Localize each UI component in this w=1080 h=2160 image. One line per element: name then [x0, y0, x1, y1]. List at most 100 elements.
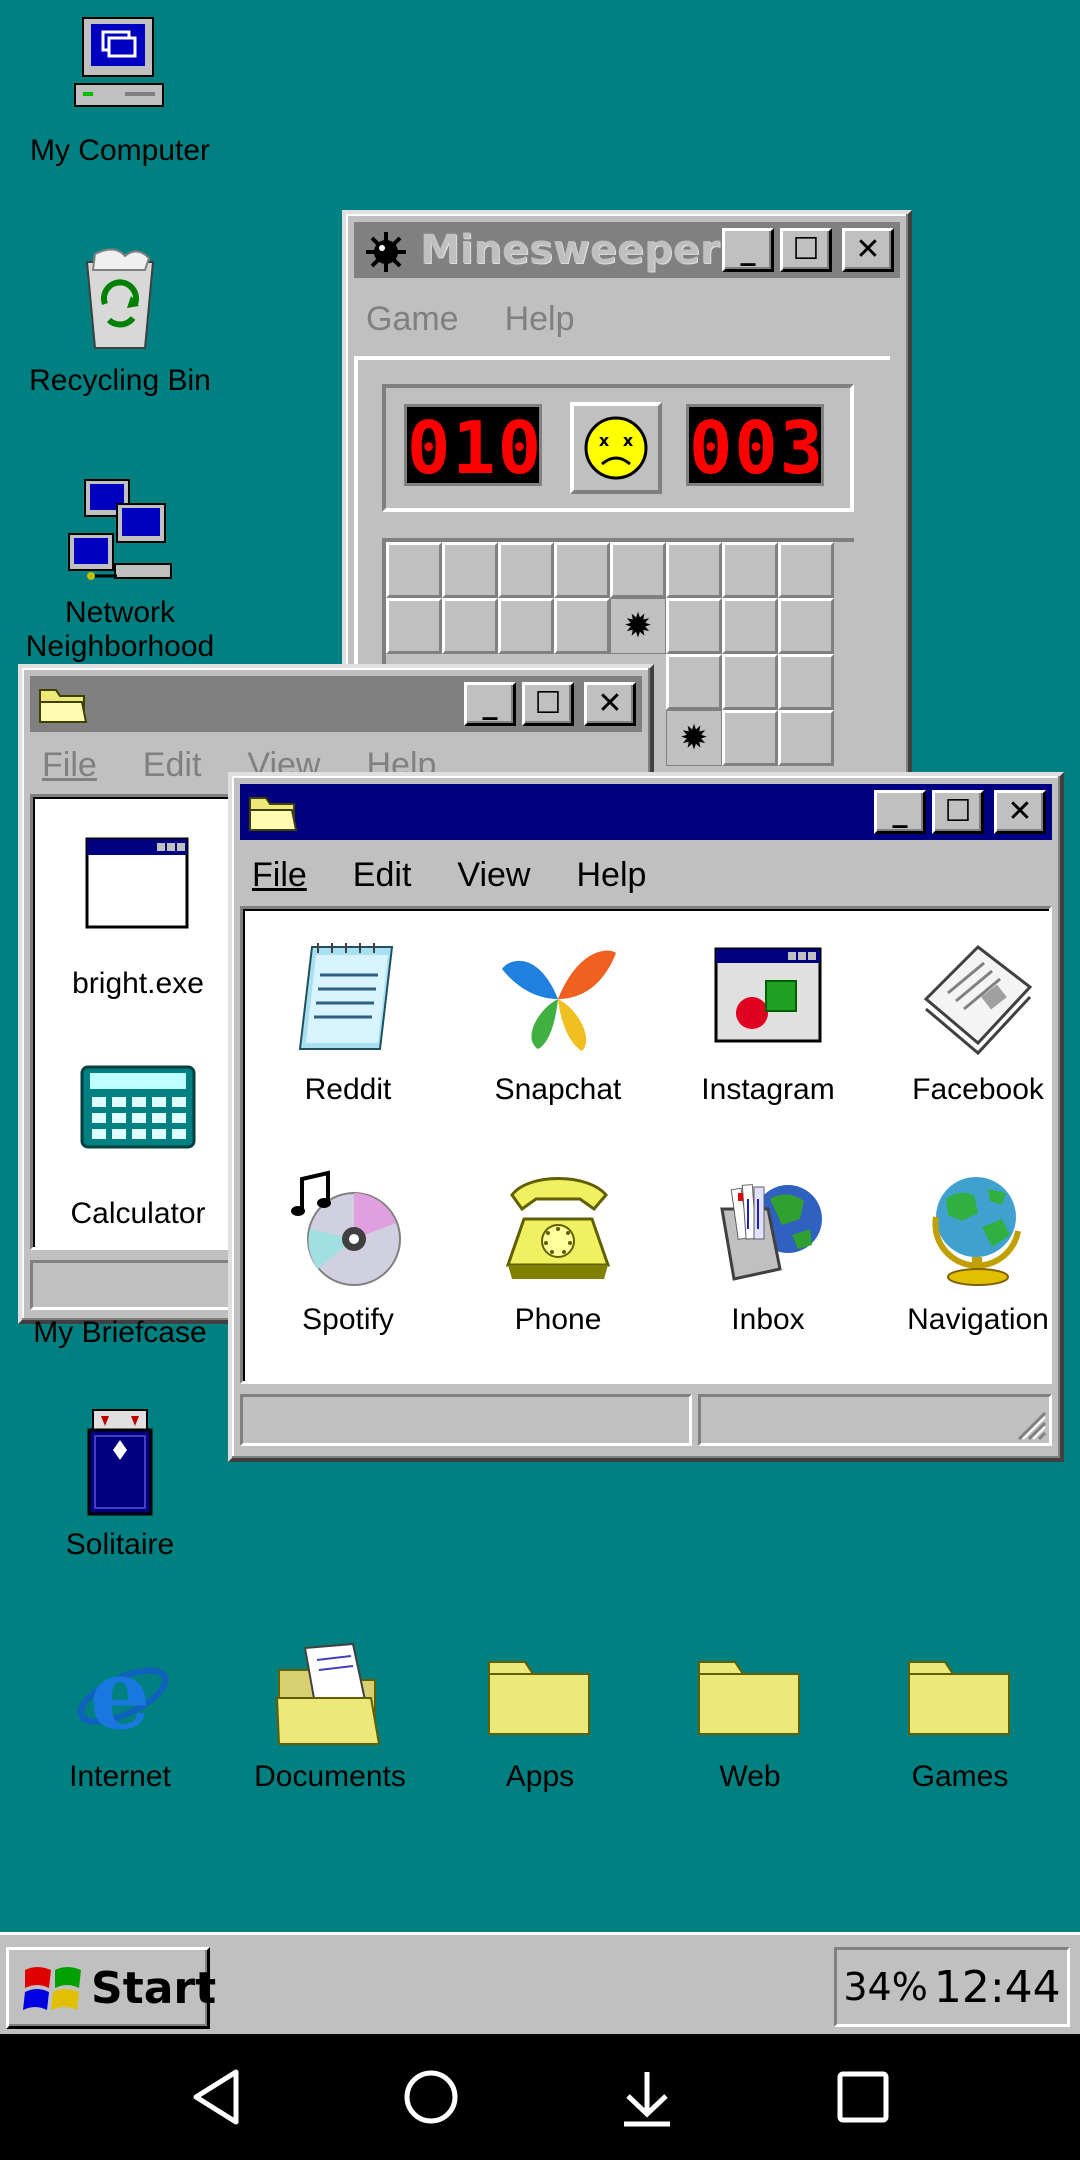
- grid-cell[interactable]: [778, 542, 834, 598]
- app-reddit[interactable]: Reddit: [243, 939, 453, 1107]
- app-label: Reddit: [304, 1073, 392, 1106]
- grid-cell[interactable]: [386, 542, 442, 598]
- grid-cell[interactable]: [722, 542, 778, 598]
- desktop-icon-games[interactable]: Games: [855, 1640, 1065, 1794]
- close-button[interactable]: ✕: [584, 682, 636, 726]
- back-icon[interactable]: [184, 2064, 250, 2130]
- desktop-icon-solitaire[interactable]: Solitaire: [15, 1408, 225, 1562]
- svg-text:x: x: [623, 431, 634, 450]
- butterfly-icon: [498, 939, 618, 1059]
- notepad-icon: [288, 939, 408, 1059]
- menu-game[interactable]: Game: [360, 294, 465, 344]
- explorer-front-status-left: [240, 1394, 692, 1446]
- download-arrow-icon[interactable]: [614, 2064, 680, 2130]
- app-navigation[interactable]: Navigation: [873, 1169, 1080, 1337]
- app-label: Navigation: [907, 1303, 1049, 1336]
- maximize-button[interactable]: ☐: [780, 228, 832, 272]
- shapes-window-icon: [708, 939, 828, 1059]
- minimize-icon: _: [892, 794, 908, 829]
- menu-file[interactable]: File: [246, 850, 313, 900]
- desktop-icon-apps[interactable]: Apps: [435, 1640, 645, 1794]
- menu-edit[interactable]: Edit: [137, 740, 208, 790]
- grid-cell[interactable]: [666, 598, 722, 654]
- close-button[interactable]: ✕: [842, 228, 894, 272]
- cd-music-icon: [288, 1169, 408, 1289]
- grid-cell-mine[interactable]: ✹: [666, 710, 722, 766]
- menu-file[interactable]: File: [36, 740, 103, 790]
- clock[interactable]: 12:44: [934, 1962, 1061, 2013]
- explorer-window-front[interactable]: _ ☐ ✕ File Edit View Help Reddit Snapcha…: [228, 772, 1064, 1462]
- desktop-icon-recycling-bin[interactable]: Recycling Bin: [15, 244, 225, 398]
- app-label: Inbox: [731, 1303, 805, 1336]
- svg-text:e: e: [89, 1640, 150, 1750]
- grid-cell[interactable]: [442, 598, 498, 654]
- file-item-bright-exe[interactable]: bright.exe: [33, 833, 243, 1001]
- maximize-icon: ☐: [534, 686, 562, 721]
- explorer-back-titlebar[interactable]: _ ☐ ✕: [30, 676, 642, 732]
- window-title: Minesweeper: [420, 227, 720, 273]
- app-inbox[interactable]: Inbox: [663, 1169, 873, 1337]
- grid-cell[interactable]: [442, 542, 498, 598]
- minimize-button[interactable]: _: [874, 790, 926, 834]
- maximize-button[interactable]: ☐: [932, 790, 984, 834]
- grid-cell[interactable]: [722, 654, 778, 710]
- menu-help[interactable]: Help: [570, 850, 652, 900]
- grid-cell[interactable]: [666, 654, 722, 710]
- grid-cell[interactable]: [498, 542, 554, 598]
- grid-cell[interactable]: [778, 654, 834, 710]
- grid-cell[interactable]: [666, 542, 722, 598]
- close-button[interactable]: ✕: [994, 790, 1046, 834]
- desktop-icon-my-computer[interactable]: My Computer: [15, 14, 225, 168]
- desktop-icon-internet[interactable]: e Internet: [15, 1638, 225, 1794]
- app-instagram[interactable]: Instagram: [663, 939, 873, 1107]
- grid-cell[interactable]: [722, 598, 778, 654]
- explorer-front-status-right: [698, 1394, 1052, 1446]
- desktop-icon-documents[interactable]: Documents: [225, 1640, 435, 1794]
- desktop-icon-label: Solitaire: [65, 1528, 175, 1561]
- mine-icon: ✹: [623, 607, 653, 645]
- desktop-icon-network[interactable]: Network Neighborhood: [15, 476, 225, 664]
- close-icon: ✕: [597, 686, 623, 721]
- app-phone[interactable]: Phone: [453, 1169, 663, 1337]
- grid-cell[interactable]: [610, 542, 666, 598]
- menu-edit[interactable]: Edit: [347, 850, 418, 900]
- minimize-button[interactable]: _: [464, 682, 516, 726]
- folder-icon: [38, 684, 88, 724]
- desktop-icon-label: Recycling Bin: [29, 364, 211, 397]
- svg-text:x: x: [599, 431, 610, 450]
- grid-cell-mine[interactable]: ✹: [610, 598, 666, 654]
- taskbar: Start 34% 12:44: [0, 1932, 1080, 2034]
- desktop-icon-label: Documents: [254, 1760, 406, 1793]
- resize-grip-icon[interactable]: [1011, 1405, 1047, 1441]
- recycle-bin-icon: [65, 244, 175, 354]
- app-snapchat[interactable]: Snapchat: [453, 939, 663, 1107]
- explorer-front-titlebar[interactable]: _ ☐ ✕: [240, 784, 1052, 840]
- grid-cell[interactable]: [554, 598, 610, 654]
- android-navigation-bar: [0, 2034, 1080, 2160]
- recents-icon[interactable]: [830, 2064, 896, 2130]
- face-button[interactable]: x x: [570, 402, 662, 494]
- minimize-button[interactable]: _: [722, 228, 774, 272]
- minesweeper-titlebar[interactable]: Minesweeper _ ☐ ✕: [354, 222, 900, 278]
- grid-cell[interactable]: [722, 710, 778, 766]
- documents-folder-icon: [275, 1640, 385, 1750]
- file-item-calculator[interactable]: Calculator: [33, 1063, 243, 1231]
- grid-cell[interactable]: [386, 598, 442, 654]
- grid-cell[interactable]: [554, 542, 610, 598]
- grid-cell[interactable]: [778, 598, 834, 654]
- start-button[interactable]: Start: [6, 1947, 216, 2029]
- menu-help[interactable]: Help: [499, 294, 581, 344]
- home-icon[interactable]: [398, 2064, 464, 2130]
- desktop-icon-web[interactable]: Web: [645, 1640, 855, 1794]
- app-label: Instagram: [701, 1073, 835, 1106]
- minesweeper-header-panel: 010 x x 003: [382, 384, 854, 512]
- menu-view[interactable]: View: [451, 850, 536, 900]
- grid-cell[interactable]: [778, 710, 834, 766]
- desktop-icon-my-briefcase[interactable]: My Briefcase: [15, 1316, 225, 1352]
- app-facebook[interactable]: Facebook: [873, 939, 1080, 1107]
- desktop-icon-label: Apps: [505, 1760, 575, 1793]
- explorer-front-content: Reddit Snapchat Instagram Facebook Spoti…: [240, 906, 1052, 1384]
- maximize-button[interactable]: ☐: [522, 682, 574, 726]
- grid-cell[interactable]: [498, 598, 554, 654]
- app-spotify[interactable]: Spotify: [243, 1169, 453, 1337]
